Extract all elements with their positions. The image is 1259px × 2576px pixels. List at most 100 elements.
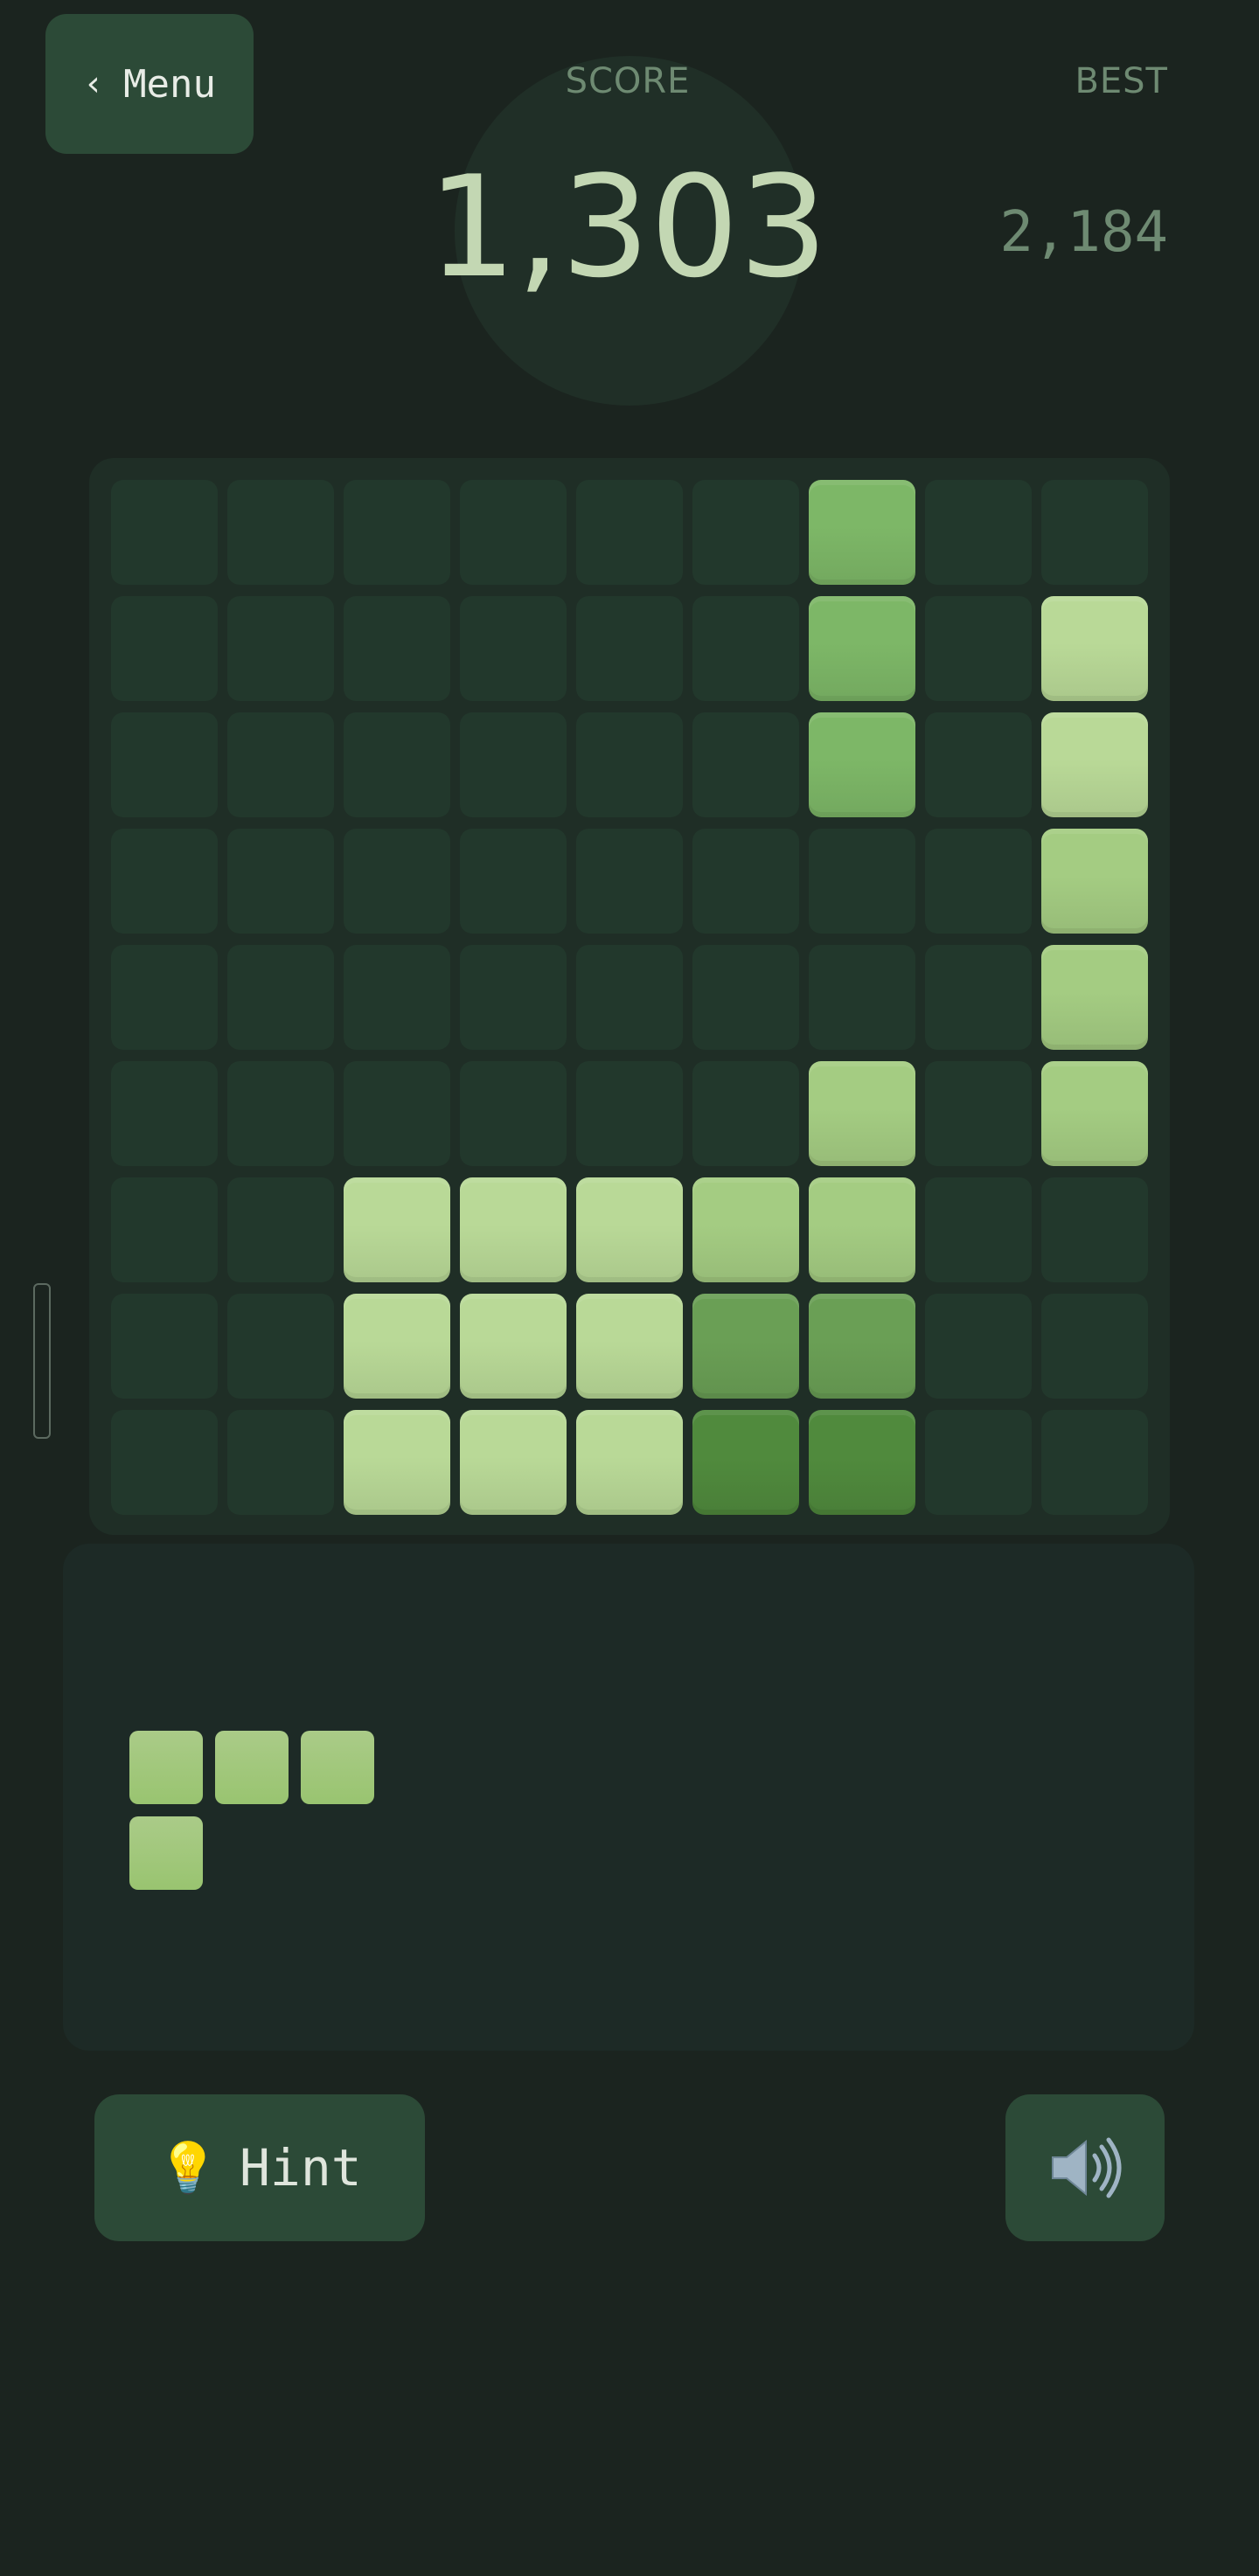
board-cell-filled[interactable] (460, 1294, 567, 1399)
board-cell-empty[interactable] (227, 1410, 334, 1515)
board-cell-empty[interactable] (227, 1294, 334, 1399)
board-cell-empty[interactable] (1041, 1177, 1148, 1282)
tray-piece[interactable] (129, 1731, 383, 1897)
board-cell-empty[interactable] (460, 945, 567, 1050)
board-cell-empty[interactable] (460, 480, 567, 585)
board-cell-empty[interactable] (344, 596, 450, 701)
board-cell-empty[interactable] (1041, 1410, 1148, 1515)
hint-button[interactable]: 💡 Hint (94, 2094, 425, 2241)
board-cell-empty[interactable] (111, 829, 218, 934)
piece-block (301, 1731, 374, 1804)
board-cell-filled[interactable] (809, 1294, 915, 1399)
board-cell-empty[interactable] (692, 829, 799, 934)
board-cell-filled[interactable] (1041, 596, 1148, 701)
board-cell-filled[interactable] (460, 1177, 567, 1282)
chevron-left-icon: ‹ (82, 64, 105, 104)
board-cell-empty[interactable] (111, 1177, 218, 1282)
board-cell-empty[interactable] (227, 596, 334, 701)
board-cell-filled[interactable] (809, 596, 915, 701)
score-label: SCORE (565, 61, 691, 101)
side-drawer-handle[interactable] (33, 1283, 51, 1439)
board-cell-empty[interactable] (809, 945, 915, 1050)
board-cell-empty[interactable] (576, 712, 683, 817)
piece-block (129, 1731, 203, 1804)
board-cell-empty[interactable] (344, 480, 450, 585)
board-cell-filled[interactable] (460, 1410, 567, 1515)
board-cell-filled[interactable] (809, 480, 915, 585)
board-cell-empty[interactable] (344, 712, 450, 817)
board-cell-empty[interactable] (460, 829, 567, 934)
board-cell-filled[interactable] (1041, 829, 1148, 934)
board-cell-empty[interactable] (925, 1294, 1032, 1399)
board-cell-filled[interactable] (1041, 945, 1148, 1050)
board-cell-empty[interactable] (111, 596, 218, 701)
best-label: BEST (1075, 61, 1168, 101)
lightbulb-icon: 💡 (157, 2140, 219, 2197)
board-cell-empty[interactable] (344, 1061, 450, 1166)
board-cell-filled[interactable] (344, 1410, 450, 1515)
board-cell-filled[interactable] (1041, 712, 1148, 817)
board-cell-filled[interactable] (809, 1061, 915, 1166)
board-cell-empty[interactable] (925, 1410, 1032, 1515)
board-cell-empty[interactable] (692, 945, 799, 1050)
board-cell-filled[interactable] (344, 1177, 450, 1282)
board-cell-empty[interactable] (576, 945, 683, 1050)
hint-button-label: Hint (240, 2138, 362, 2198)
board-cell-empty[interactable] (227, 945, 334, 1050)
board-cell-empty[interactable] (925, 480, 1032, 585)
board-cell-filled[interactable] (692, 1294, 799, 1399)
board-cell-empty[interactable] (576, 480, 683, 585)
board-cell-empty[interactable] (111, 480, 218, 585)
board-cell-empty[interactable] (111, 1410, 218, 1515)
board-cell-filled[interactable] (809, 1177, 915, 1282)
board-cell-empty[interactable] (460, 712, 567, 817)
board-cell-empty[interactable] (925, 1177, 1032, 1282)
score-value: 1,303 (427, 145, 829, 309)
board-cell-empty[interactable] (692, 712, 799, 817)
board-cell-empty[interactable] (111, 712, 218, 817)
piece-block (129, 1816, 203, 1890)
board-cell-empty[interactable] (227, 1177, 334, 1282)
board-cell-empty[interactable] (925, 596, 1032, 701)
board-cell-empty[interactable] (925, 945, 1032, 1050)
board-cell-filled[interactable] (1041, 1061, 1148, 1166)
best-value: 2,184 (999, 200, 1168, 265)
board-cell-empty[interactable] (460, 1061, 567, 1166)
board-cell-empty[interactable] (692, 596, 799, 701)
piece-block (215, 1731, 289, 1804)
board-cell-filled[interactable] (809, 712, 915, 817)
board-cell-empty[interactable] (576, 1061, 683, 1166)
sound-toggle-button[interactable] (1005, 2094, 1165, 2241)
board-cell-empty[interactable] (344, 829, 450, 934)
board-cell-empty[interactable] (925, 829, 1032, 934)
board-cell-filled[interactable] (344, 1294, 450, 1399)
board-cell-empty[interactable] (1041, 1294, 1148, 1399)
board-cell-filled[interactable] (692, 1410, 799, 1515)
board-cell-empty[interactable] (111, 1061, 218, 1166)
menu-button[interactable]: ‹ Menu (45, 14, 254, 154)
menu-button-label: Menu (123, 61, 217, 107)
board-cell-empty[interactable] (227, 480, 334, 585)
board-cell-empty[interactable] (692, 1061, 799, 1166)
board-cell-empty[interactable] (576, 596, 683, 701)
board-cell-empty[interactable] (1041, 480, 1148, 585)
board-cell-filled[interactable] (576, 1177, 683, 1282)
board-cell-empty[interactable] (227, 829, 334, 934)
board-cell-empty[interactable] (460, 596, 567, 701)
game-board[interactable] (89, 458, 1170, 1535)
board-cell-empty[interactable] (809, 829, 915, 934)
board-cell-empty[interactable] (111, 1294, 218, 1399)
board-cell-empty[interactable] (227, 1061, 334, 1166)
board-cell-empty[interactable] (692, 480, 799, 585)
board-cell-empty[interactable] (227, 712, 334, 817)
piece-tray (63, 1544, 1194, 2051)
board-cell-empty[interactable] (344, 945, 450, 1050)
board-cell-filled[interactable] (809, 1410, 915, 1515)
board-cell-filled[interactable] (576, 1294, 683, 1399)
board-cell-filled[interactable] (692, 1177, 799, 1282)
board-cell-filled[interactable] (576, 1410, 683, 1515)
board-cell-empty[interactable] (925, 1061, 1032, 1166)
board-cell-empty[interactable] (925, 712, 1032, 817)
board-cell-empty[interactable] (111, 945, 218, 1050)
board-cell-empty[interactable] (576, 829, 683, 934)
